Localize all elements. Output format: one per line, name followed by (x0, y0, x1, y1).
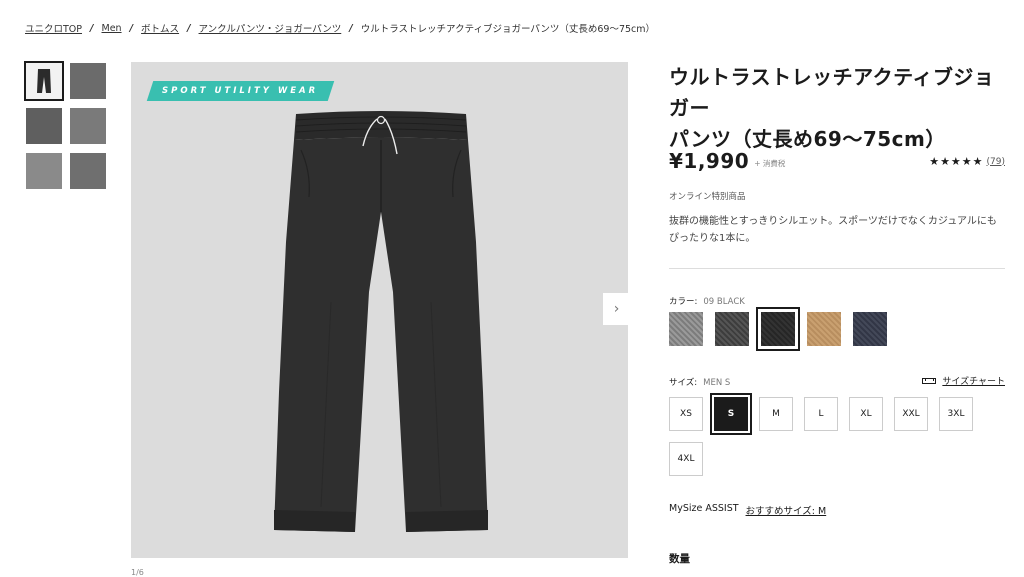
size-option-xxl[interactable]: XXL (894, 397, 928, 431)
product-description: 抜群の機能性とすっきりシルエット。スポーツだけでなくカジュアルにもぴったりな1本… (669, 216, 997, 244)
recommended-size-link[interactable]: おすすめサイズ: M (746, 503, 827, 517)
product-main-image[interactable]: SPORT UTILITY WEAR (131, 62, 628, 558)
selected-color-value: 09 BLACK (703, 297, 745, 307)
jogger-pants-image (274, 111, 488, 532)
gallery-counter: 1/6 (131, 568, 144, 577)
swatch-dark-gray[interactable] (715, 312, 749, 346)
thumbnail-4[interactable] (70, 108, 106, 144)
breadcrumb-separator: / (187, 22, 191, 34)
breadcrumb-separator: / (129, 22, 134, 34)
size-option-xs[interactable]: XS (669, 397, 703, 431)
selected-size-value: MEN S (703, 378, 731, 388)
size-option-4xl[interactable]: 4XL (669, 442, 703, 476)
tax-note: + 消費税 (754, 159, 786, 168)
thumbnail-list (24, 61, 106, 189)
divider (669, 268, 1005, 269)
swatch-black[interactable] (756, 307, 800, 351)
size-option-s[interactable]: S (710, 393, 752, 435)
size-chart-label[interactable]: サイズチャート (942, 374, 1005, 387)
breadcrumb-separator: / (349, 22, 353, 34)
color-swatches (669, 307, 887, 351)
swatch-gray[interactable] (669, 312, 703, 346)
breadcrumb-link-ankle-jogger[interactable]: アンクルパンツ・ジョガーパンツ (199, 21, 342, 35)
product-price: ¥1,990 (669, 149, 750, 173)
size-option-l[interactable]: L (804, 397, 838, 431)
product-title-line1: ウルトラストレッチアクティブジョガー (669, 65, 995, 120)
thumbnail-5[interactable] (26, 153, 62, 189)
online-only-label: オンライン特別商品 (669, 192, 746, 202)
product-title: ウルトラストレッチアクティブジョガー パンツ（丈長め69〜75cm） (669, 62, 1005, 155)
breadcrumb-current: ウルトラストレッチアクティブジョガーパンツ（丈長め69〜75cm） (360, 24, 656, 35)
star-rating-icon: ★★★★★ (929, 155, 984, 168)
gallery-next-button[interactable]: › (603, 293, 630, 325)
breadcrumb-link-bottoms[interactable]: ボトムス (141, 21, 179, 35)
pants-thumbnail-icon (37, 69, 51, 93)
rating: ★★★★★ (79) (929, 155, 1005, 168)
size-option-m[interactable]: M (759, 397, 793, 431)
price-row: ¥1,990 + 消費税 ★★★★★ (79) (669, 147, 1005, 173)
ruler-icon (922, 377, 937, 384)
swatch-beige[interactable] (807, 312, 841, 346)
quantity-label: 数量 (669, 553, 690, 565)
size-option-xl[interactable]: XL (849, 397, 883, 431)
size-options: XS S M L XL XXL 3XL 4XL (669, 393, 1005, 476)
breadcrumb-link-men[interactable]: Men (102, 23, 122, 34)
chevron-right-icon: › (613, 301, 620, 317)
breadcrumb-link-top[interactable]: ユニクロTOP (25, 21, 82, 35)
thumbnail-1[interactable] (24, 61, 64, 101)
size-chart-link[interactable]: サイズチャート (922, 374, 1005, 387)
size-label: サイズ: MEN S (669, 376, 730, 388)
review-count-link[interactable]: (79) (987, 157, 1005, 167)
mysize-assist: MySize ASSIST おすすめサイズ: M (669, 503, 826, 517)
color-label: カラー: 09 BLACK (669, 295, 745, 307)
breadcrumb-separator: / (90, 22, 94, 34)
breadcrumb: ユニクロTOP / Men / ボトムス / アンクルパンツ・ジョガーパンツ /… (25, 21, 656, 36)
size-label-text: サイズ: (669, 378, 698, 388)
thumbnail-3[interactable] (26, 108, 62, 144)
swatch-navy[interactable] (853, 312, 887, 346)
product-info-panel: ウルトラストレッチアクティブジョガー パンツ（丈長め69〜75cm） ¥1,99… (669, 62, 1005, 565)
size-option-3xl[interactable]: 3XL (939, 397, 973, 431)
thumbnail-2[interactable] (70, 63, 106, 99)
thumbnail-6[interactable] (70, 153, 106, 189)
color-label-text: カラー: (669, 297, 698, 307)
mysize-label: MySize ASSIST (669, 503, 739, 514)
